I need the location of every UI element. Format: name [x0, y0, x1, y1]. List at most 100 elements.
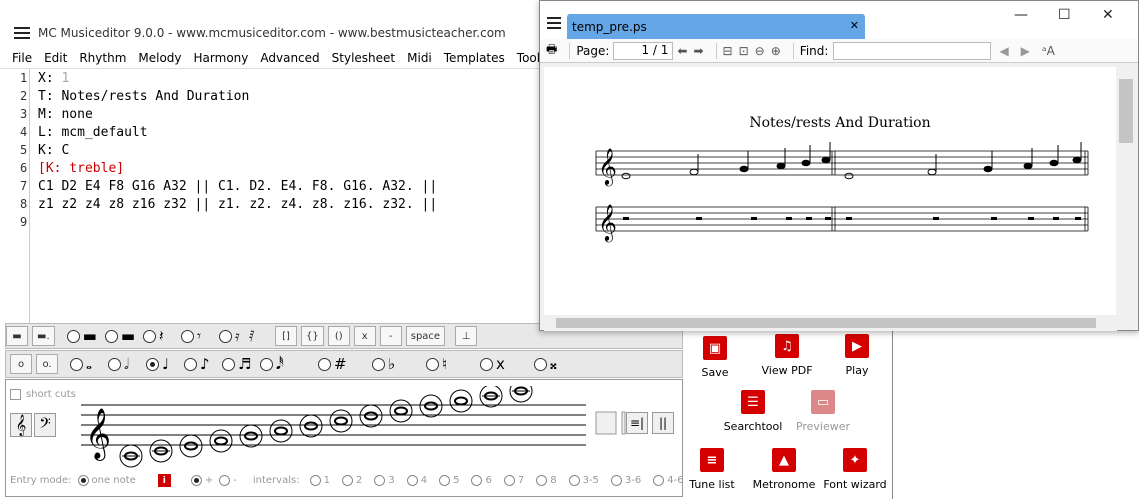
radio-interval[interactable] [471, 475, 483, 486]
radio-plus[interactable] [190, 475, 202, 486]
play-button[interactable]: ▶ Play [822, 334, 892, 377]
menu-edit[interactable]: Edit [38, 51, 73, 65]
code-line-1[interactable]: X: 1 [38, 71, 69, 86]
radio-half-note[interactable] [108, 357, 121, 371]
fit-page-icon[interactable]: ⊡ [739, 44, 749, 58]
radio-whole-note[interactable] [70, 357, 83, 371]
radio-interval[interactable] [653, 475, 665, 486]
dotted-rest-button[interactable]: ▬. [32, 326, 55, 346]
radio-32nd-note[interactable] [260, 357, 273, 371]
metronome-button[interactable]: ▲ Metronome [749, 448, 819, 491]
zoom-in-icon[interactable]: ⊕ [771, 44, 781, 58]
hamburger-icon[interactable] [14, 27, 30, 39]
end-bar-button[interactable]: || [652, 412, 674, 434]
radio-interval[interactable] [309, 475, 321, 486]
code-line-4[interactable]: L: mcm_default [38, 125, 148, 140]
menu-rhythm[interactable]: Rhythm [73, 51, 132, 65]
radio-interval[interactable] [341, 475, 353, 486]
radio-rest-half[interactable] [104, 329, 118, 343]
radio-eighth-note[interactable] [184, 357, 197, 371]
bar-line-button[interactable]: ≡| [626, 412, 648, 434]
dash-button[interactable]: - [379, 326, 402, 346]
code-line-5[interactable]: K: C [38, 143, 69, 158]
radio-rest-whole[interactable] [66, 329, 80, 343]
menu-harmony[interactable]: Harmony [188, 51, 255, 65]
radio-one-note[interactable] [77, 475, 89, 486]
scroll-thumb[interactable] [556, 318, 1096, 328]
tune-list-button[interactable]: ≡ Tune list [677, 448, 747, 491]
radio-minus[interactable] [219, 475, 231, 486]
dotted-note-toggle[interactable]: o. [36, 354, 58, 374]
view-pdf-button[interactable]: ♫ View PDF [752, 334, 822, 377]
menu-advanced[interactable]: Advanced [254, 51, 325, 65]
code-line-8[interactable]: z1 z2 z4 z8 z16 z32 || z1. z2. z4. z8. z… [38, 197, 437, 212]
bass-clef-button[interactable]: 𝄢 [34, 413, 56, 437]
document-tab[interactable]: temp_pre.ps ✕ [567, 14, 865, 39]
code-line-2[interactable]: T: Notes/rests And Duration [38, 89, 249, 104]
radio-interval[interactable] [374, 475, 386, 486]
brackets-button[interactable]: [] [275, 326, 298, 346]
info-icon[interactable]: i [157, 474, 171, 487]
bar-icon[interactable]: ⊥ [455, 326, 478, 346]
fit-width-icon[interactable]: ⊟ [723, 44, 733, 58]
score-rest [933, 217, 939, 220]
close-tab-icon[interactable]: ✕ [850, 19, 859, 32]
radio-interval[interactable] [568, 475, 580, 486]
space-button[interactable]: space [405, 326, 446, 346]
maximize-icon[interactable]: ☐ [1058, 7, 1071, 23]
hamburger-icon[interactable] [547, 17, 561, 29]
score-note [801, 159, 811, 167]
radio-double-flat[interactable] [534, 357, 547, 371]
radio-sharp[interactable] [318, 357, 331, 371]
code-line-3[interactable]: M: none [38, 107, 93, 122]
menu-stylesheet[interactable]: Stylesheet [326, 51, 401, 65]
find-next-icon[interactable]: ▶ [1021, 44, 1030, 58]
rest-mode-button[interactable]: ▬ [6, 326, 28, 346]
font-wizard-button[interactable]: ✦ Font wizard [820, 448, 890, 491]
vertical-scrollbar[interactable] [1117, 67, 1137, 315]
zoom-out-icon[interactable]: ⊖ [755, 44, 765, 58]
horizontal-scrollbar[interactable] [544, 315, 1117, 331]
radio-16th-note[interactable] [222, 357, 235, 371]
searchtool-button[interactable]: ☰ Searchtool [718, 390, 788, 433]
entry-staff[interactable]: 𝄞 [81, 386, 626, 474]
radio-flat[interactable] [372, 357, 385, 371]
prev-page-icon[interactable]: ⬅ [677, 44, 687, 58]
menu-templates[interactable]: Templates [438, 51, 511, 65]
treble-clef-button[interactable]: 𝄞 [10, 413, 32, 437]
radio-interval[interactable] [536, 475, 548, 486]
print-icon[interactable]: 🖶 [546, 40, 557, 61]
menu-midi[interactable]: Midi [401, 51, 438, 65]
radio-interval[interactable] [610, 475, 622, 486]
menu-melody[interactable]: Melody [132, 51, 187, 65]
save-button[interactable]: ▣ Save [680, 336, 750, 379]
radio-interval[interactable] [503, 475, 515, 486]
match-case-icon[interactable]: ᵃA [1042, 44, 1055, 58]
radio-interval[interactable] [406, 475, 418, 486]
find-input[interactable] [833, 41, 992, 60]
close-window-icon[interactable]: ✕ [1102, 7, 1114, 23]
previewer-button[interactable]: ▭ Previewer [788, 390, 858, 433]
x-button[interactable]: x [353, 326, 376, 346]
page-input[interactable]: 1 / 1 [613, 41, 674, 60]
whole-note-toggle[interactable]: o [10, 354, 32, 374]
radio-double-sharp[interactable] [480, 357, 493, 371]
radio-rest-16th[interactable] [219, 329, 233, 343]
abc-text-editor[interactable]: 1 2 3 4 5 6 7 8 9 X: 1 T: Notes/rests An… [0, 68, 540, 323]
next-page-icon[interactable]: ➡ [693, 44, 703, 58]
menu-file[interactable]: File [0, 51, 38, 65]
find-prev-icon[interactable]: ◀ [999, 44, 1008, 58]
radio-interval[interactable] [439, 475, 451, 486]
code-line-7[interactable]: C1 D2 E4 F8 G16 A32 || C1. D2. E4. F8. G… [38, 179, 437, 194]
braces-button[interactable]: {} [301, 326, 324, 346]
radio-natural[interactable] [426, 357, 439, 371]
radio-rest-quarter[interactable] [143, 329, 157, 343]
radio-quarter-note[interactable] [146, 357, 159, 371]
short-cuts-checkbox[interactable]: short cuts [10, 389, 76, 400]
code-line-6[interactable]: [K: treble] [38, 161, 124, 176]
parens-button[interactable]: () [327, 326, 350, 346]
whole-rest-icon: ▬ [82, 327, 97, 345]
scroll-thumb[interactable] [1119, 79, 1133, 143]
radio-rest-eighth[interactable] [181, 329, 195, 343]
minimize-icon[interactable]: — [1014, 7, 1028, 23]
